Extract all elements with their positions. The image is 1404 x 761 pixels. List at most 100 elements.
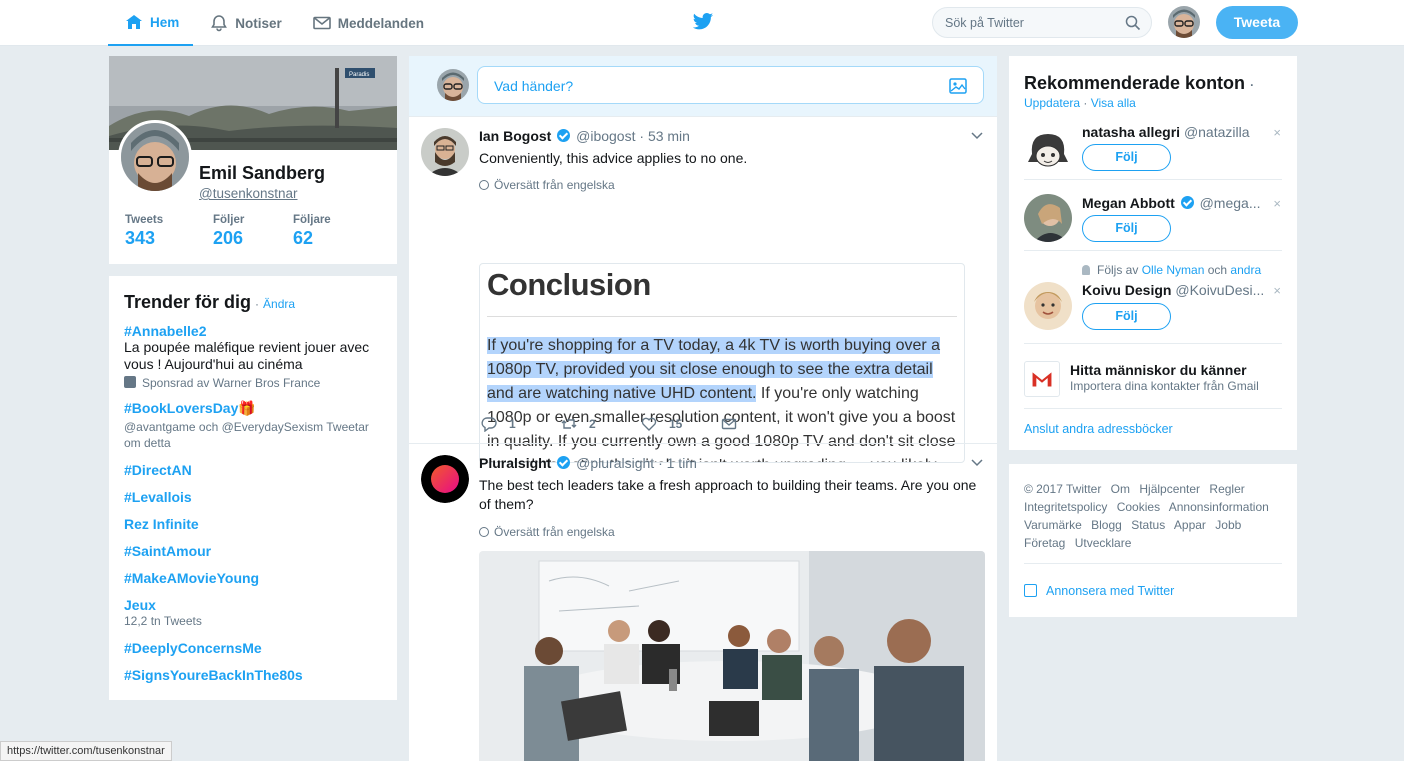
footer-link[interactable]: Appar: [1174, 518, 1206, 532]
footer-link[interactable]: Hjälpcenter: [1139, 482, 1200, 496]
who-to-follow: Rekommenderade konton · Uppdatera · Visa…: [1009, 56, 1297, 450]
nav-notifications[interactable]: Notiser: [193, 0, 296, 46]
dismiss-icon[interactable]: ×: [1273, 196, 1281, 211]
image-icon[interactable]: [949, 77, 967, 95]
trend-item[interactable]: #DeeplyConcernsMe: [124, 640, 382, 656]
tweet-avatar[interactable]: [421, 455, 469, 503]
trend-item[interactable]: #SignsYoureBackInThe80s: [124, 667, 382, 683]
trend-item[interactable]: Rez Infinite: [124, 516, 382, 532]
account-name[interactable]: Koivu Design: [1082, 282, 1171, 298]
trend-description: La poupée maléfique revient jouer avec v…: [124, 339, 370, 372]
footer-copyright: © 2017 Twitter: [1024, 482, 1102, 496]
stat-tweets[interactable]: Tweets 343: [125, 214, 213, 249]
account-handle[interactable]: @KoivuDesi...: [1175, 282, 1264, 298]
translate-label: Översätt från engelska: [494, 178, 615, 192]
trend-item[interactable]: #Annabelle2 La poupée maléfique revient …: [124, 323, 382, 391]
browser-status-url: https://twitter.com/tusenkonstnar: [0, 741, 172, 761]
footer-module: © 2017 Twitter Om Hjälpcenter Regler Int…: [1009, 464, 1297, 617]
account-name[interactable]: natasha allegri: [1082, 124, 1180, 140]
account-avatar[interactable]: [1024, 128, 1072, 176]
media-heading: Conclusion: [487, 267, 651, 302]
footer-link[interactable]: Utvecklare: [1075, 536, 1132, 550]
tweet-author-handle[interactable]: @ibogost: [576, 128, 635, 144]
nav-messages[interactable]: Meddelanden: [296, 0, 438, 46]
tweet-button[interactable]: Tweeta: [1216, 6, 1298, 39]
trend-item[interactable]: #DirectAN: [124, 462, 382, 478]
tweet-avatar[interactable]: [421, 128, 469, 176]
footer-link[interactable]: Jobb: [1215, 518, 1241, 532]
footer-link[interactable]: Status: [1131, 518, 1165, 532]
account-avatar[interactable]: [1024, 282, 1072, 330]
footer-link[interactable]: Blogg: [1091, 518, 1122, 532]
followed-by: Följs av Olle Nyman och andra: [1082, 263, 1261, 277]
user-avatar[interactable]: [1168, 6, 1200, 38]
search-icon[interactable]: [1125, 15, 1141, 31]
find-people-title[interactable]: Hitta människor du känner: [1070, 362, 1247, 378]
follow-button[interactable]: Följ: [1082, 215, 1171, 242]
search-input[interactable]: Sök på Twitter: [932, 7, 1152, 38]
tweet-timestamp[interactable]: 53 min: [648, 128, 690, 144]
account-handle[interactable]: @mega...: [1200, 195, 1261, 211]
trend-item[interactable]: #SaintAmour: [124, 543, 382, 559]
chevron-down-icon[interactable]: [971, 129, 983, 141]
envelope-icon: [312, 16, 331, 30]
tweet-timestamp[interactable]: 1 tim: [667, 455, 697, 471]
followed-by-name[interactable]: Olle Nyman: [1142, 263, 1205, 277]
advertise-link[interactable]: Annonsera med Twitter: [1024, 584, 1174, 598]
connect-address-books-link[interactable]: Anslut andra adressböcker: [1024, 422, 1173, 436]
follow-button[interactable]: Följ: [1082, 303, 1171, 330]
trend-item[interactable]: Jeux 12,2 tn Tweets: [124, 597, 382, 629]
direct-message-button[interactable]: [721, 416, 801, 432]
tweet-author-name[interactable]: Ian Bogost: [479, 128, 551, 144]
tweet-author-name[interactable]: Pluralsight: [479, 455, 551, 471]
footer-link[interactable]: Regler: [1209, 482, 1244, 496]
trend-tag: #Levallois: [124, 489, 192, 505]
verified-icon: [1180, 196, 1194, 209]
profile-avatar[interactable]: [118, 120, 192, 194]
footer-link[interactable]: Om: [1111, 482, 1130, 496]
trend-tag: #Annabelle2: [124, 323, 207, 339]
follow-button[interactable]: Följ: [1082, 144, 1171, 171]
heart-icon: [641, 417, 657, 431]
account-name-line: Megan Abbott @mega...: [1082, 195, 1272, 211]
update-link[interactable]: Uppdatera: [1024, 96, 1080, 110]
trend-item[interactable]: #Levallois: [124, 489, 382, 505]
trend-tag: #SignsYoureBackInThe80s: [124, 667, 303, 683]
profile-name[interactable]: Emil Sandberg: [199, 163, 325, 184]
account-avatar[interactable]: [1024, 194, 1072, 242]
footer-link[interactable]: Varumärke: [1024, 518, 1082, 532]
view-all-link[interactable]: Visa alla: [1091, 96, 1136, 110]
dismiss-icon[interactable]: ×: [1273, 125, 1281, 140]
chevron-down-icon[interactable]: [971, 456, 983, 468]
dismiss-icon[interactable]: ×: [1273, 283, 1281, 298]
reply-button[interactable]: 1: [481, 416, 561, 432]
trend-item[interactable]: #BookLoversDay🎁 @avantgame och @Everyday…: [124, 400, 382, 451]
account-name[interactable]: Megan Abbott: [1082, 195, 1175, 211]
footer-links: © 2017 Twitter Om Hjälpcenter Regler Int…: [1024, 480, 1284, 552]
tweet[interactable]: Ian Bogost @ibogost · 53 min Convenientl…: [409, 116, 997, 463]
like-button[interactable]: 15: [641, 416, 721, 432]
like-count: 15: [669, 417, 683, 431]
tweet-media-image[interactable]: Conclusion If you're shopping for a TV t…: [479, 263, 965, 463]
tweet-author-handle[interactable]: @pluralsight: [576, 455, 654, 471]
stat-following[interactable]: Följer 206: [213, 214, 293, 249]
footer-link[interactable]: Cookies: [1117, 500, 1160, 514]
footer-link[interactable]: Företag: [1024, 536, 1065, 550]
footer-link[interactable]: Annonsinformation: [1169, 500, 1269, 514]
followed-by-others[interactable]: andra: [1230, 263, 1261, 277]
profile-handle[interactable]: @tusenkonstnar: [199, 186, 298, 201]
nav-home[interactable]: Hem: [108, 0, 194, 46]
tweet[interactable]: Pluralsight @pluralsight · 1 tim The bes…: [409, 443, 997, 761]
stat-followers[interactable]: Följare 62: [293, 214, 381, 249]
trend-meta: 12,2 tn Tweets: [124, 614, 202, 628]
compose-input[interactable]: Vad händer?: [477, 66, 984, 104]
tweet-media-photo[interactable]: [479, 551, 985, 761]
footer-link[interactable]: Integritetspolicy: [1024, 500, 1107, 514]
retweet-button[interactable]: 2: [561, 416, 641, 432]
trend-item[interactable]: #MakeAMovieYoung: [124, 570, 382, 586]
twitter-bird-icon[interactable]: [692, 12, 714, 32]
account-handle[interactable]: @natazilla: [1184, 124, 1250, 140]
translate-link[interactable]: Översätt från engelska: [479, 178, 615, 192]
translate-link[interactable]: Översätt från engelska: [479, 525, 615, 539]
trends-change-link[interactable]: Ändra: [263, 297, 295, 311]
